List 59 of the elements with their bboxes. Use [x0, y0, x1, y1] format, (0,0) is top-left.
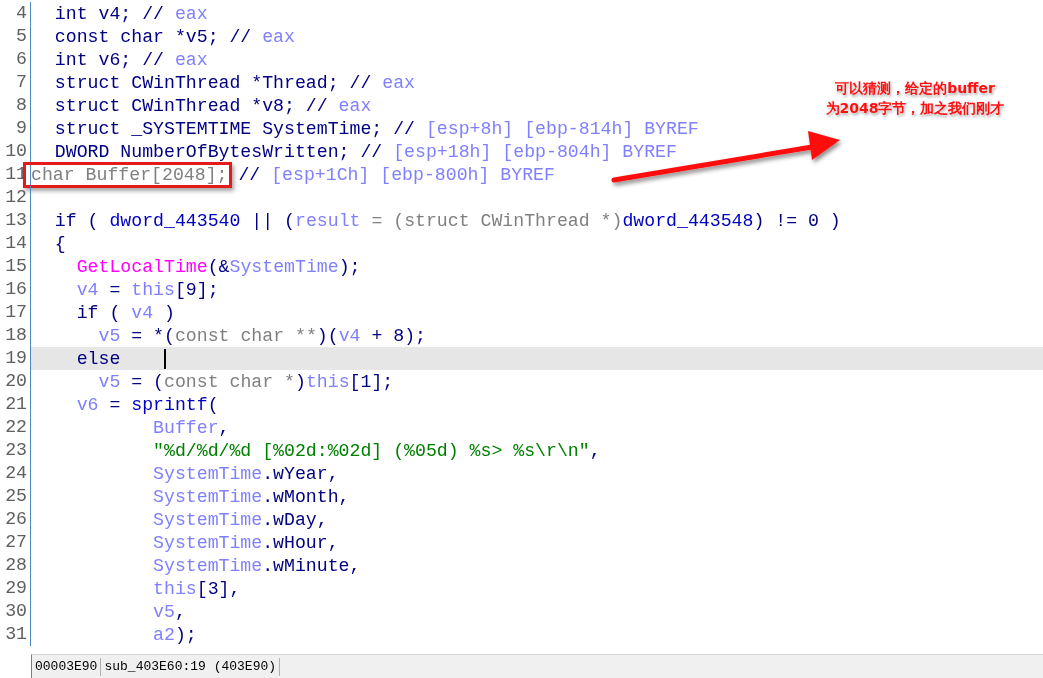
line-number: 20 — [0, 370, 31, 393]
line-number: 29 — [0, 577, 31, 600]
line-number: 26 — [0, 508, 31, 531]
line-number: 13 — [0, 209, 31, 232]
code-line: const char *v5; // eax — [53, 26, 295, 47]
line-number: 25 — [0, 485, 31, 508]
code-line: Buffer, — [152, 417, 230, 438]
code-line: struct CWinThread *v8; // eax — [53, 95, 372, 116]
code-line: SystemTime.wMonth, — [152, 486, 350, 507]
line-number: 7 — [0, 71, 31, 94]
line-number: 15 — [0, 255, 31, 278]
line-number: 5 — [0, 25, 31, 48]
line-number: 16 — [0, 278, 31, 301]
line-number: 24 — [0, 462, 31, 485]
code-line: else — [75, 348, 121, 369]
line-number: 22 — [0, 416, 31, 439]
code-line: v5, — [152, 601, 186, 622]
line-number: 12 — [0, 186, 31, 209]
code-line: "%d/%d/%d [%02d:%02d] (%05d) %s> %s\r\n", — [152, 440, 601, 461]
status-field: 00003E90 — [32, 657, 102, 676]
code-line: this[3], — [152, 578, 241, 599]
line-number: 10 — [0, 140, 31, 163]
line-number: 27 — [0, 531, 31, 554]
code-line: v6 = sprintf( — [75, 394, 219, 415]
code-line: struct _SYSTEMTIME SystemTime; // [esp+8h] [ebp-814h] BYREF — [53, 118, 699, 139]
line-number: 21 — [0, 393, 31, 416]
line-number: 9 — [0, 117, 31, 140]
code-line: a2); — [152, 624, 197, 645]
text-cursor — [164, 348, 167, 369]
code-line: struct CWinThread *Thread; // eax — [53, 72, 415, 93]
line-number: 8 — [0, 94, 31, 117]
code-line: if ( dword_443540 || (result = (struct CWinThread *)dword_443548) != 0 ) — [53, 210, 841, 231]
line-number: 4 — [0, 2, 31, 25]
code-line: SystemTime.wHour, — [152, 532, 339, 553]
line-number: 28 — [0, 554, 31, 577]
code-line: int v4; // eax — [53, 3, 208, 24]
annotation-text: 可以猜测，给定的buffer — [835, 79, 995, 98]
line-number: 30 — [0, 600, 31, 623]
code-line: v4 = this[9]; — [75, 279, 219, 300]
code-line: SystemTime.wMinute, — [152, 555, 361, 576]
code-line: DWORD NumberOfBytesWritten; // [esp+18h] [ebp-804h] BYREF — [53, 141, 677, 162]
line-number: 6 — [0, 48, 31, 71]
line-number: 17 — [0, 301, 31, 324]
line-number: 11 — [0, 163, 31, 186]
code-line: int v6; // eax — [53, 49, 208, 70]
code-line: { — [53, 233, 66, 254]
annotation-text: 为2048字节，加之我们刚才 — [825, 99, 1005, 118]
code-line: if ( v4 ) — [75, 302, 175, 323]
status-field: sub_403E60:19 (403E90) — [101, 657, 281, 676]
highlight-box: char Buffer[2048]; — [23, 161, 233, 188]
line-number: 14 — [0, 232, 31, 255]
code-line: v5 = (const char *)this[1]; — [97, 371, 394, 392]
code-line: GetLocalTime(&SystemTime); — [75, 256, 361, 277]
line-number: 23 — [0, 439, 31, 462]
code-line: SystemTime.wDay, — [152, 509, 328, 530]
code-line: v5 = *(const char **)(v4 + 8); — [97, 325, 426, 346]
code-line: SystemTime.wYear, — [152, 463, 339, 484]
line-number: 31 — [0, 623, 31, 646]
code-line: // [esp+1Ch] [ebp-800h] BYREF — [237, 164, 555, 185]
